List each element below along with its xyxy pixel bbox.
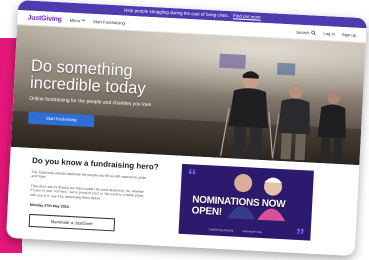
nominate-button[interactable]: Nominate a JustGiver [28, 213, 116, 232]
promo-label-right: Nominate now [242, 229, 262, 235]
promo-label-left: JustGiving Awards [208, 227, 234, 233]
nomination-deadline: Monday 27th May 2023. [29, 202, 70, 209]
open-quote-icon: “ [187, 165, 198, 186]
nominations-promo-image[interactable]: “ NOMINATIONS NOW OPEN! ” JustGiving Awa… [178, 163, 314, 241]
start-fundraising-link[interactable]: Start Fundraising [93, 18, 125, 25]
hero-subtitle: Online fundraising for the people and ch… [29, 95, 152, 109]
section-paragraph-1: The JustGiving awards celebrate the peop… [31, 169, 147, 180]
chevron-down-icon [81, 19, 85, 22]
website-screenshot: Help people struggling during the cost o… [6, 0, 367, 256]
section-title: Do you know a fundraising hero? [31, 155, 159, 172]
search-icon [311, 30, 317, 35]
hero-section: Do something incredible today Online fun… [10, 24, 366, 166]
signup-link[interactable]: Sign up [342, 32, 356, 38]
fundraising-hero-section: Do you know a fundraising hero? The Just… [6, 146, 360, 256]
hero-headline: Do something incredible today [30, 57, 147, 98]
search-label: Search [296, 29, 310, 35]
menu-label: Menu [69, 17, 81, 23]
justgiving-logo[interactable]: JustGiving [27, 14, 62, 23]
close-quote-icon: ” [295, 224, 306, 241]
menu-button[interactable]: Menu [70, 17, 86, 23]
search-button[interactable]: Search [296, 29, 317, 35]
hikers-photo [219, 53, 346, 163]
banner-link[interactable]: Find out more [233, 13, 261, 19]
section-paragraph-2: They don't ask for thanks, but they coul… [30, 183, 144, 201]
nav-right: Search Log in Sign up [296, 29, 356, 37]
login-link[interactable]: Log in [323, 31, 335, 37]
